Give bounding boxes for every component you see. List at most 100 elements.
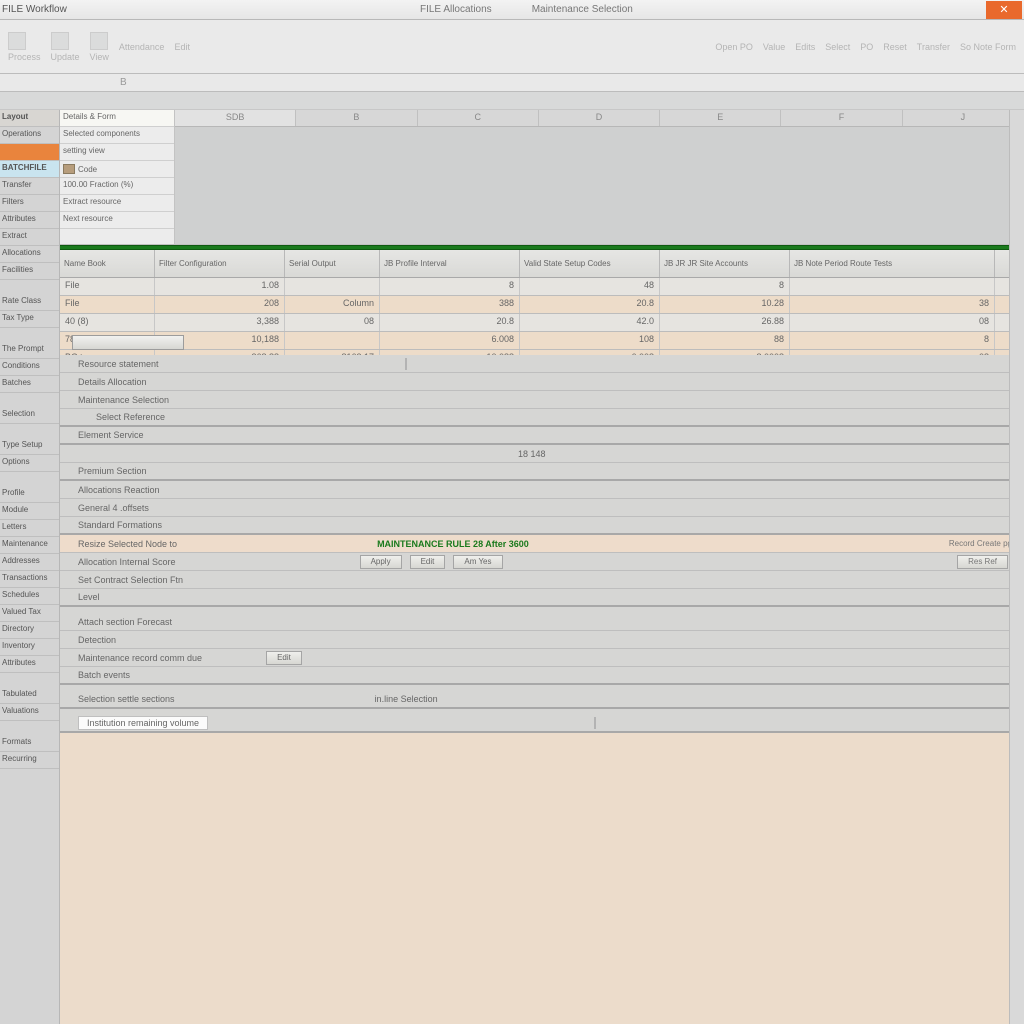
cell[interactable]: 38 [790, 296, 995, 313]
cell[interactable]: 88 [660, 332, 790, 349]
sidebar-tab[interactable]: The Prompt [0, 342, 59, 359]
vertical-scrollbar[interactable] [1009, 110, 1024, 1024]
cell[interactable]: 08 [790, 314, 995, 331]
sidebar-tab[interactable]: Valuations [0, 704, 59, 721]
nav-item[interactable]: Next resource [60, 212, 174, 229]
sidebar-tab[interactable]: Recurring [0, 752, 59, 769]
cell[interactable]: 20.8 [520, 296, 660, 313]
sidebar-tab[interactable]: Layout [0, 110, 59, 127]
cell[interactable]: 08 [285, 314, 380, 331]
sidebar-tab[interactable]: Addresses [0, 554, 59, 571]
nav-item[interactable]: Details & Form [60, 110, 174, 127]
sidebar-tab[interactable]: Formats [0, 735, 59, 752]
cell[interactable]: 48 [520, 278, 660, 295]
ribbon-group[interactable]: Update [51, 32, 80, 62]
sidebar-tab-active[interactable] [0, 144, 59, 161]
ribbon-group[interactable]: Edit [174, 42, 190, 52]
confirm-button[interactable]: Am Yes [453, 555, 502, 569]
ribbon-group[interactable]: Edits [795, 42, 815, 52]
cell[interactable]: 10.28 [660, 296, 790, 313]
cell[interactable]: 20.8 [380, 314, 520, 331]
sidebar-tab[interactable]: Options [0, 455, 59, 472]
sidebar-tab[interactable]: Valued Tax [0, 605, 59, 622]
nav-item[interactable]: Extract resource [60, 195, 174, 212]
column-header[interactable]: F [781, 110, 902, 126]
nav-item[interactable]: Selected components [60, 127, 174, 144]
cell[interactable]: 3,388 [155, 314, 285, 331]
cell[interactable]: Column [285, 296, 380, 313]
table-col-header[interactable]: Valid State Setup Codes [520, 250, 660, 277]
column-header[interactable]: E [660, 110, 781, 126]
ribbon-group[interactable]: Select [825, 42, 850, 52]
cell[interactable]: 26.88 [660, 314, 790, 331]
column-header[interactable]: SDB [175, 110, 296, 126]
column-header[interactable]: C [418, 110, 539, 126]
table-col-header[interactable]: JB JR JR Site Accounts [660, 250, 790, 277]
formula-bar[interactable]: B [0, 74, 1024, 92]
sidebar-tab[interactable]: Tabulated [0, 687, 59, 704]
cell[interactable]: 8 [790, 332, 995, 349]
cell[interactable] [285, 278, 380, 295]
table-row[interactable]: File208Column38820.810.2838 [60, 296, 1024, 314]
value-input[interactable] [405, 358, 407, 370]
column-header[interactable]: J [903, 110, 1024, 126]
cell[interactable] [790, 278, 995, 295]
ribbon-group[interactable]: Open PO [715, 42, 753, 52]
close-button[interactable]: ✕ [986, 1, 1022, 19]
sidebar-tab[interactable]: Maintenance [0, 537, 59, 554]
edit-button[interactable]: Edit [266, 651, 302, 665]
sidebar-tab[interactable]: Conditions [0, 359, 59, 376]
ribbon-group[interactable]: Attendance [119, 42, 165, 52]
sidebar-tab[interactable]: BATCHFILE [0, 161, 59, 178]
table-col-header[interactable]: JB Note Period Route Tests [790, 250, 995, 277]
cell[interactable] [285, 332, 380, 349]
ribbon-group[interactable]: So Note Form [960, 42, 1016, 52]
ribbon-group[interactable]: Value [763, 42, 785, 52]
edit-button[interactable]: Edit [410, 555, 446, 569]
action-button[interactable] [72, 335, 184, 350]
sidebar-tab[interactable]: Transfer [0, 178, 59, 195]
sidebar-tab[interactable]: Type Setup [0, 438, 59, 455]
ribbon-group[interactable]: Reset [883, 42, 907, 52]
table-row[interactable]: 7810,1886.008108888 [60, 332, 1024, 350]
text-input[interactable]: Institution remaining volume [78, 716, 208, 730]
cell[interactable]: 108 [520, 332, 660, 349]
cell[interactable]: 208 [155, 296, 285, 313]
table-col-header[interactable]: Filter Configuration [155, 250, 285, 277]
table-row[interactable]: File1.08 8488 [60, 278, 1024, 296]
value-input[interactable] [594, 717, 596, 729]
sidebar-tab[interactable]: Tax Type [0, 311, 59, 328]
nav-item[interactable]: Code [60, 161, 174, 178]
sidebar-tab[interactable]: Letters [0, 520, 59, 537]
table-col-header[interactable]: JB Profile Interval [380, 250, 520, 277]
sidebar-tab[interactable]: Allocations [0, 246, 59, 263]
cell[interactable]: 40 (8) [60, 314, 155, 331]
cell[interactable]: File [60, 296, 155, 313]
column-header[interactable]: B [296, 110, 417, 126]
nav-item[interactable]: setting view [60, 144, 174, 161]
cell[interactable]: 8 [380, 278, 520, 295]
ref-button[interactable]: Res Ref [957, 555, 1008, 569]
cell[interactable]: 1.08 [155, 278, 285, 295]
apply-button[interactable]: Apply [360, 555, 402, 569]
cell[interactable]: 388 [380, 296, 520, 313]
cell[interactable]: 6.008 [380, 332, 520, 349]
sidebar-tab[interactable]: Operations [0, 127, 59, 144]
sidebar-tab[interactable]: Directory [0, 622, 59, 639]
cell[interactable]: File [60, 278, 155, 295]
sidebar-tab[interactable]: Facilities [0, 263, 59, 280]
sidebar-tab[interactable]: Attributes [0, 212, 59, 229]
sidebar-tab[interactable]: Attributes [0, 656, 59, 673]
table-row[interactable]: 40 (8)3,3880820.842.026.8808 [60, 314, 1024, 332]
sidebar-tab[interactable]: Schedules [0, 588, 59, 605]
ribbon-group[interactable]: View [90, 32, 109, 62]
sidebar-tab[interactable]: Selection [0, 407, 59, 424]
sidebar-tab[interactable]: Transactions [0, 571, 59, 588]
sidebar-tab[interactable]: Filters [0, 195, 59, 212]
sidebar-tab[interactable]: Rate Class [0, 294, 59, 311]
column-header[interactable]: D [539, 110, 660, 126]
table-col-header[interactable]: Serial Output [285, 250, 380, 277]
sidebar-tab[interactable]: Module [0, 503, 59, 520]
cell[interactable]: 8 [660, 278, 790, 295]
table-col-header[interactable]: Name Book [60, 250, 155, 277]
